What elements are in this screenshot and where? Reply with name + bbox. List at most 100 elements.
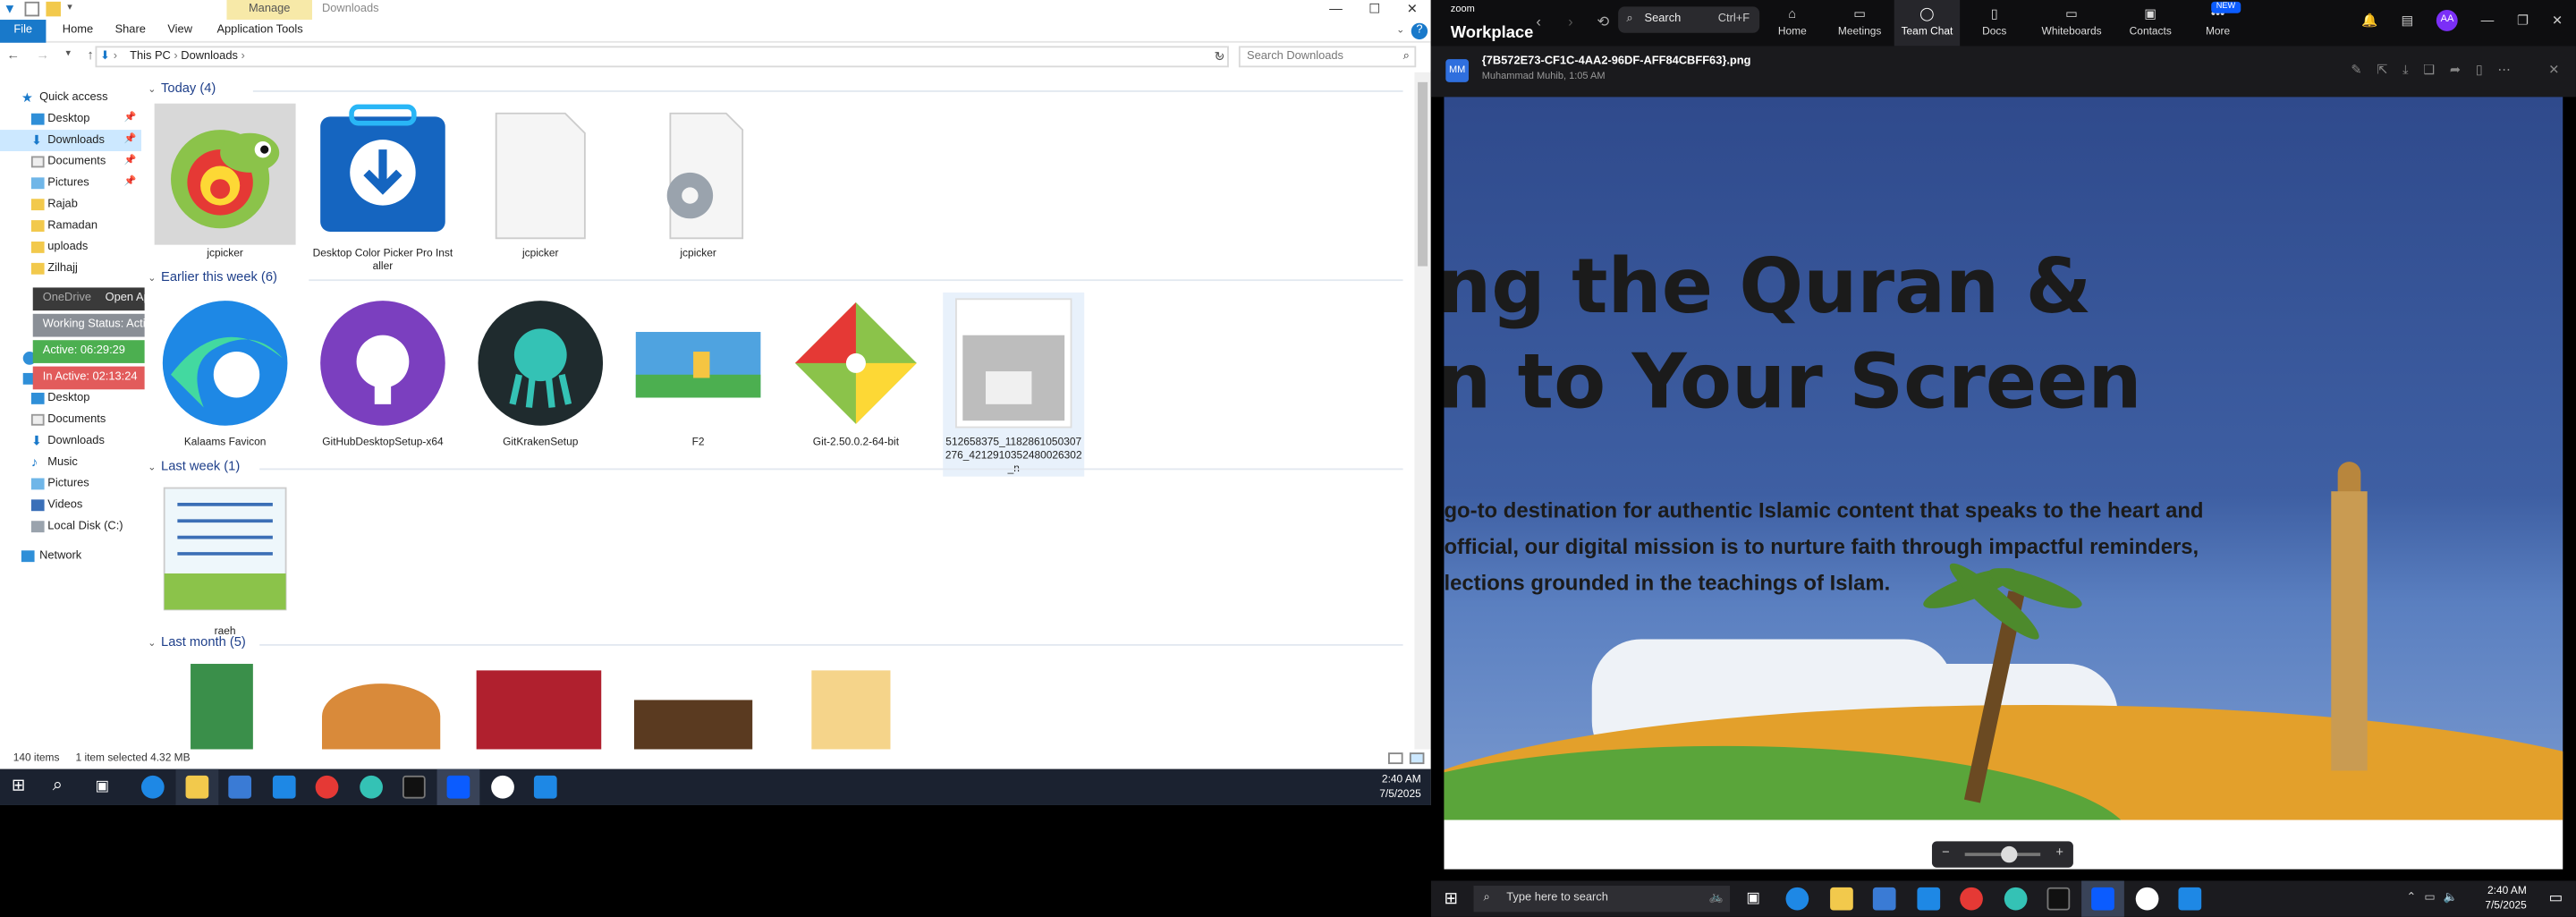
image-thumbnail[interactable] [633, 700, 753, 750]
tracker-app-icon[interactable] [2135, 887, 2159, 911]
store-icon[interactable] [1872, 887, 1896, 911]
back-arrow-icon[interactable]: ‹ [1536, 13, 1541, 30]
file-tile[interactable]: jcpicker [628, 104, 769, 261]
edit-icon[interactable]: ✎ [2351, 63, 2361, 79]
qat-dropdown-icon[interactable]: ▾ [67, 2, 82, 17]
tab-home[interactable]: ⌂ Home [1759, 0, 1825, 46]
pizza-thumbnail[interactable] [321, 684, 441, 750]
home-tab[interactable]: Home [63, 20, 93, 43]
nav-documents[interactable]: Documents 📌 [0, 151, 141, 173]
clock-right[interactable]: 2:40 AM 7/5/2025 [2485, 884, 2526, 913]
zoom-slider[interactable]: − + [1931, 841, 2073, 868]
share-icon[interactable]: ➦ [2450, 63, 2461, 79]
open-external-icon[interactable]: ⇱ [2377, 63, 2387, 79]
help-icon[interactable]: ? [1411, 22, 1428, 40]
search-input[interactable]: Search Downloads ⌕ [1238, 46, 1417, 68]
history-icon[interactable]: ⟲ [1597, 13, 1609, 30]
edge-icon[interactable] [140, 775, 165, 799]
close-button[interactable]: ✕ [1407, 2, 1418, 17]
breadcrumb-downloads[interactable]: Downloads [181, 51, 238, 63]
new-folder-icon[interactable] [46, 1, 61, 17]
terminal-icon[interactable] [402, 775, 426, 799]
minimize-button[interactable]: — [1329, 2, 1343, 17]
download-arrow-icon[interactable]: ▼ [4, 2, 19, 17]
mail-icon[interactable] [272, 775, 296, 799]
forward-arrow-icon[interactable]: → [36, 47, 49, 63]
nav-pictures-pc[interactable]: Pictures [0, 473, 141, 495]
zoom-knob[interactable] [2001, 845, 2018, 863]
chevron-up-icon[interactable]: ⌃ [2406, 890, 2416, 904]
tab-meetings[interactable]: ▭ Meetings [1826, 0, 1892, 46]
file-tile[interactable]: Git-2.50.0.2-64-bit [785, 293, 927, 450]
group-header-earlier-this-week[interactable]: ⌄ Earlier this week (6) [148, 269, 277, 284]
task-view-icon[interactable]: ▣ [96, 777, 110, 795]
edge-icon[interactable] [1785, 887, 1809, 911]
folder-thumbnail[interactable] [811, 670, 891, 750]
nav-folder-zilhajj[interactable]: Zilhajj [0, 258, 141, 279]
close-icon[interactable]: ✕ [2548, 63, 2559, 79]
details-view-icon[interactable] [1388, 752, 1403, 765]
gitkraken-taskbar-icon[interactable] [360, 775, 383, 799]
vscode-icon[interactable] [2178, 887, 2202, 911]
properties-icon[interactable] [24, 1, 40, 17]
download-icon[interactable]: ⤓ [2402, 63, 2409, 79]
nav-documents-pc[interactable]: Documents [0, 409, 141, 430]
store-icon[interactable] [228, 775, 252, 799]
maximize-button[interactable]: ☐ [1368, 2, 1380, 17]
notification-icon[interactable]: ▭ [2549, 889, 2563, 907]
minimize-button[interactable]: — [2481, 13, 2495, 29]
nav-folder-rajab[interactable]: Rajab [0, 194, 141, 216]
nav-folder-ramadan[interactable]: Ramadan [0, 216, 141, 237]
file-explorer-icon[interactable] [185, 775, 209, 799]
nav-desktop[interactable]: Desktop 📌 [0, 108, 141, 130]
vertical-scrollbar[interactable] [1414, 72, 1431, 750]
file-tile[interactable]: Desktop Color Picker Pro Installer [312, 104, 453, 275]
breadcrumb-this-pc[interactable]: This PC [130, 51, 171, 63]
address-box[interactable]: ⬇ › This PC › Downloads › ⌄ [95, 46, 1229, 68]
network-icon[interactable]: ▭ [2424, 890, 2435, 904]
expand-ribbon-icon[interactable]: ⌄ [1396, 25, 1404, 36]
tab-team-chat[interactable]: ◯ Team Chat [1894, 0, 1961, 47]
nav-local-disk[interactable]: Local Disk (C:) [0, 516, 141, 538]
view-tab[interactable]: View [167, 20, 192, 43]
manage-tab[interactable]: Manage [226, 0, 312, 21]
nav-videos[interactable]: Videos [0, 495, 141, 516]
file-tile[interactable]: Kalaams Favicon [155, 293, 296, 450]
scrollbar-thumb[interactable] [1418, 81, 1428, 267]
winrar-thumbnail[interactable] [476, 670, 602, 750]
chrome-icon[interactable] [1960, 887, 1983, 911]
nav-music[interactable]: ♪ Music [0, 452, 141, 473]
file-tile[interactable]: 512658375_1182861050307276_4212910352480… [943, 292, 1085, 477]
zoom-out-icon[interactable]: − [1942, 845, 1950, 860]
volume-icon[interactable]: 🔈 [2444, 890, 2458, 904]
tab-docs[interactable]: ▯ Docs [1962, 0, 2027, 46]
forward-arrow-icon[interactable]: › [1568, 13, 1573, 30]
file-explorer-icon[interactable] [1830, 887, 1853, 911]
file-tile[interactable]: jcpicker [154, 103, 296, 261]
up-arrow-icon[interactable]: ↑ [87, 47, 93, 63]
nav-downloads[interactable]: ⬇ Downloads 📌 [0, 130, 141, 151]
nav-network[interactable]: Network [0, 546, 141, 567]
terminal-icon[interactable] [2046, 887, 2071, 911]
bookmark-icon[interactable]: ▯ [2476, 63, 2483, 79]
refresh-icon[interactable]: ↻ [1214, 49, 1224, 64]
maximize-button[interactable]: ❐ [2517, 13, 2529, 29]
file-tile[interactable]: GitKrakenSetup [470, 293, 611, 450]
bell-icon[interactable]: 🔔 [2361, 13, 2377, 29]
zoom-icon[interactable] [446, 775, 470, 799]
windows-start-icon[interactable]: ⊞ [12, 777, 25, 795]
file-tile[interactable]: jcpicker [470, 104, 611, 261]
tab-contacts[interactable]: ▣ Contacts [2118, 0, 2183, 46]
nav-downloads-pc[interactable]: ⬇ Downloads [0, 430, 141, 452]
clock-left[interactable]: 2:40 AM 7/5/2025 [1379, 772, 1420, 802]
back-arrow-icon[interactable]: ← [6, 47, 20, 63]
file-tile[interactable]: raeh [155, 481, 296, 639]
file-tile[interactable]: GitHubDesktopSetup-x64 [312, 293, 453, 450]
zoom-in-icon[interactable]: + [2055, 845, 2063, 860]
windows-start-icon[interactable]: ⊞ [1444, 890, 1457, 908]
nav-folder-uploads[interactable]: uploads [0, 236, 141, 258]
recent-dropdown-icon[interactable]: ▾ [65, 47, 71, 63]
taskbar-search-input[interactable]: ⌕ Type here to search 🚲 [1473, 885, 1731, 913]
tab-whiteboards[interactable]: ▭ Whiteboards [2038, 0, 2104, 46]
nav-quick-access[interactable]: ★ Quick access [0, 87, 141, 108]
